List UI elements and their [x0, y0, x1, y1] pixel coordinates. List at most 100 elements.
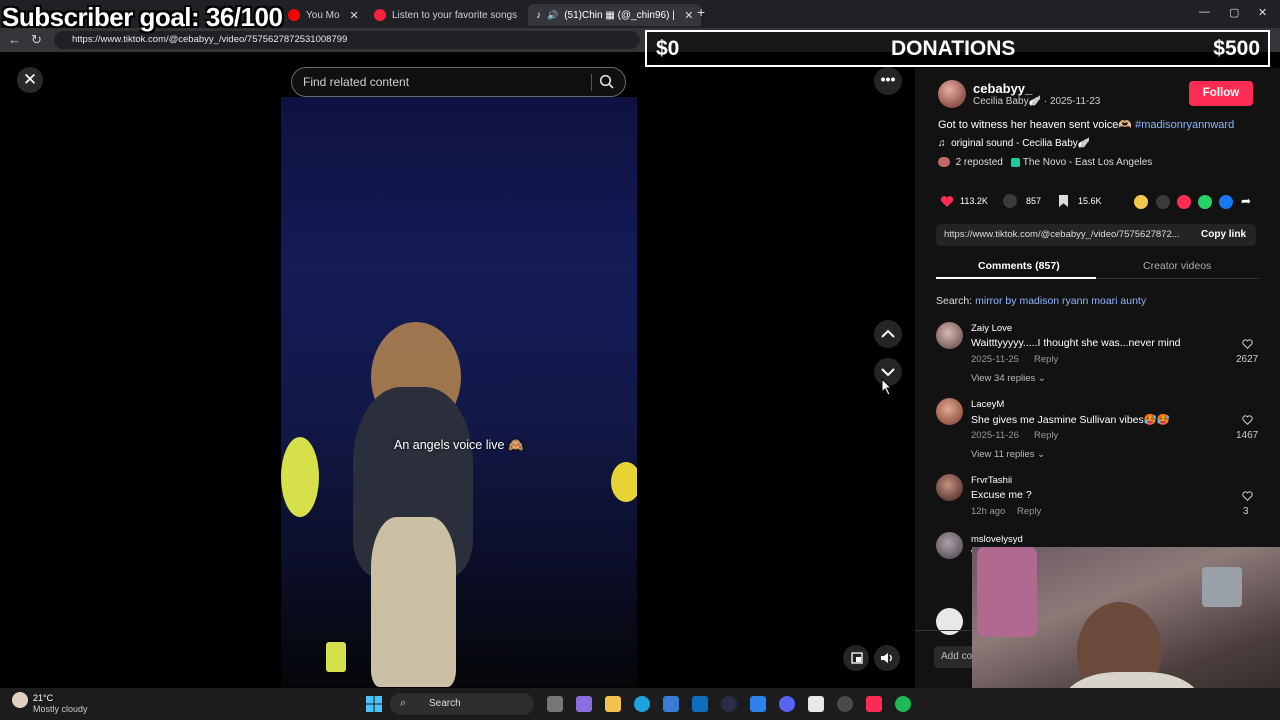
comment-like-count: 2627 [1236, 354, 1259, 365]
comment-like-count: 3 [1243, 506, 1249, 517]
view-replies-button[interactable]: View 34 replies ⌄ [971, 373, 1046, 384]
mouse-cursor [881, 377, 893, 401]
url-field[interactable]: https://www.tiktok.com/@cebabyy_/video/7… [54, 31, 640, 49]
hashtag-link[interactable]: #madisonryannward [1135, 119, 1234, 131]
tab-comments[interactable]: Comments (857) [978, 260, 1060, 272]
capcut-icon[interactable] [808, 696, 824, 712]
donation-goal-bar: $0 DONATIONS $500 [645, 30, 1270, 67]
facebook-icon[interactable] [1219, 195, 1233, 209]
avatar[interactable] [936, 398, 963, 425]
search-suggestion[interactable]: Search: mirror by madison ryann moari au… [936, 295, 1146, 307]
new-tab-button[interactable]: + [697, 4, 705, 20]
creator-display-name: Cecilia Baby🪽 [973, 96, 1042, 107]
close-icon[interactable]: ✕ [17, 67, 43, 93]
youtube-icon [288, 9, 300, 21]
comment-user[interactable]: mslovelysyd [971, 534, 1023, 545]
creator-username[interactable]: cebabyy_ [973, 81, 1032, 96]
stage-light-right [611, 462, 637, 502]
donation-current: $0 [656, 37, 680, 60]
app-icon[interactable] [721, 696, 737, 712]
tiktok-icon[interactable] [866, 696, 882, 712]
creator-avatar[interactable] [938, 80, 966, 108]
whatsapp-icon[interactable] [1198, 195, 1212, 209]
comment-like-count: 1467 [1236, 430, 1259, 441]
app-icon[interactable] [750, 696, 766, 712]
location-label[interactable]: The Novo - East Los Angeles [1023, 157, 1153, 168]
comment-like-icon[interactable] [1242, 491, 1253, 501]
performer-skirt [371, 517, 456, 687]
reposted-count[interactable]: 2 reposted [956, 157, 1003, 168]
video-caption: An angels voice live 🙈 [394, 438, 524, 452]
view-replies-button[interactable]: View 11 replies ⌄ [971, 449, 1045, 460]
task-view-icon[interactable] [547, 696, 563, 712]
outlook-icon[interactable] [692, 696, 708, 712]
save-count: 15.6K [1078, 196, 1102, 206]
file-explorer-icon[interactable] [605, 696, 621, 712]
taskbar-search[interactable]: ⌕ Search [390, 693, 534, 715]
avatar[interactable] [936, 474, 963, 501]
windows-start-icon[interactable] [366, 696, 382, 712]
windows-taskbar: 21°C Mostly cloudy ⌕ Search [0, 688, 1280, 720]
comment-like-icon[interactable] [1242, 415, 1253, 425]
close-tab-icon[interactable]: ✕ [684, 9, 693, 22]
video-player[interactable] [281, 97, 637, 687]
search-icon[interactable] [599, 74, 615, 90]
maximize-icon[interactable]: ▢ [1229, 6, 1239, 19]
embed-icon[interactable] [1156, 195, 1170, 209]
send-icon[interactable] [1177, 195, 1191, 209]
coin-icon[interactable] [1134, 195, 1148, 209]
stage-light-bottom [326, 642, 346, 672]
chevron-up-icon [881, 329, 895, 338]
back-icon[interactable]: ← [8, 32, 21, 47]
close-window-icon[interactable]: ✕ [1258, 6, 1267, 19]
donation-target: $500 [1213, 37, 1260, 60]
comment-user[interactable]: FrvrTashii [971, 475, 1012, 486]
post-sound[interactable]: ♫ original sound - Cecilia Baby🪽 [938, 138, 1090, 149]
comment-date: 2025-11-26 [971, 430, 1019, 441]
subscriber-goal-overlay: Subscriber goal: 36/100 [2, 2, 283, 32]
weather-temp: 21°C [33, 693, 54, 703]
comment-date: 2025-11-25 [971, 354, 1019, 365]
avatar[interactable] [936, 532, 963, 559]
obs-icon[interactable] [837, 696, 853, 712]
search-placeholder: Find related content [303, 75, 410, 89]
weather-text: Mostly cloudy [33, 704, 88, 714]
close-tab-icon[interactable]: ✕ [350, 9, 359, 22]
browser-tab-music[interactable]: Listen to your favorite songs and a ✕ [374, 4, 539, 26]
comment-user[interactable]: LaceyM [971, 399, 1004, 410]
comment-date: 12h ago [971, 506, 1006, 517]
copilot-icon[interactable] [576, 696, 592, 712]
comment-text: She gives me Jasmine Sullivan vibes🥵🥵 [971, 414, 1170, 426]
reply-button[interactable]: Reply [1034, 430, 1058, 441]
store-icon[interactable] [663, 696, 679, 712]
tiktok-icon: ♪ [536, 9, 541, 21]
related-content-search[interactable]: Find related content [291, 67, 626, 97]
copy-link-button[interactable]: Copy link [1201, 229, 1246, 240]
comment-icon[interactable] [1003, 194, 1017, 208]
copy-link-box: https://www.tiktok.com/@cebabyy_/video/7… [936, 224, 1256, 246]
tab-creator-videos[interactable]: Creator videos [1143, 260, 1211, 272]
post-link: https://www.tiktok.com/@cebabyy_/video/7… [944, 229, 1180, 240]
weather-icon [12, 692, 28, 708]
reply-button[interactable]: Reply [1017, 506, 1041, 517]
comment-user[interactable]: Zaiy Love [971, 323, 1012, 334]
reply-button[interactable]: Reply [1034, 354, 1058, 365]
follow-button[interactable]: Follow [1189, 81, 1253, 106]
reload-icon[interactable]: ↻ [31, 32, 42, 48]
discord-icon[interactable] [779, 696, 795, 712]
minimize-icon[interactable]: — [1199, 6, 1210, 18]
floating-player-glyph [851, 652, 863, 664]
edge-icon[interactable] [634, 696, 650, 712]
browser-tab-tiktok[interactable]: ♪ 🔊 (51)Chin ▦ (@_chin96) | TikT ✕ [528, 4, 702, 26]
previous-video-button[interactable] [874, 320, 902, 348]
speaker-icon: 🔊 [547, 9, 559, 20]
active-tab-indicator [936, 277, 1096, 279]
comment-like-icon[interactable] [1242, 339, 1253, 349]
avatar[interactable] [936, 322, 963, 349]
like-heart-icon[interactable] [940, 195, 954, 208]
share-arrow-icon[interactable]: ➦ [1241, 194, 1251, 208]
browser-tab-youtube[interactable]: You Mo ✕ [288, 4, 359, 26]
post-date: 2025-11-23 [1049, 96, 1101, 107]
spotify-icon[interactable] [895, 696, 911, 712]
more-options-icon[interactable]: ••• [874, 67, 902, 95]
